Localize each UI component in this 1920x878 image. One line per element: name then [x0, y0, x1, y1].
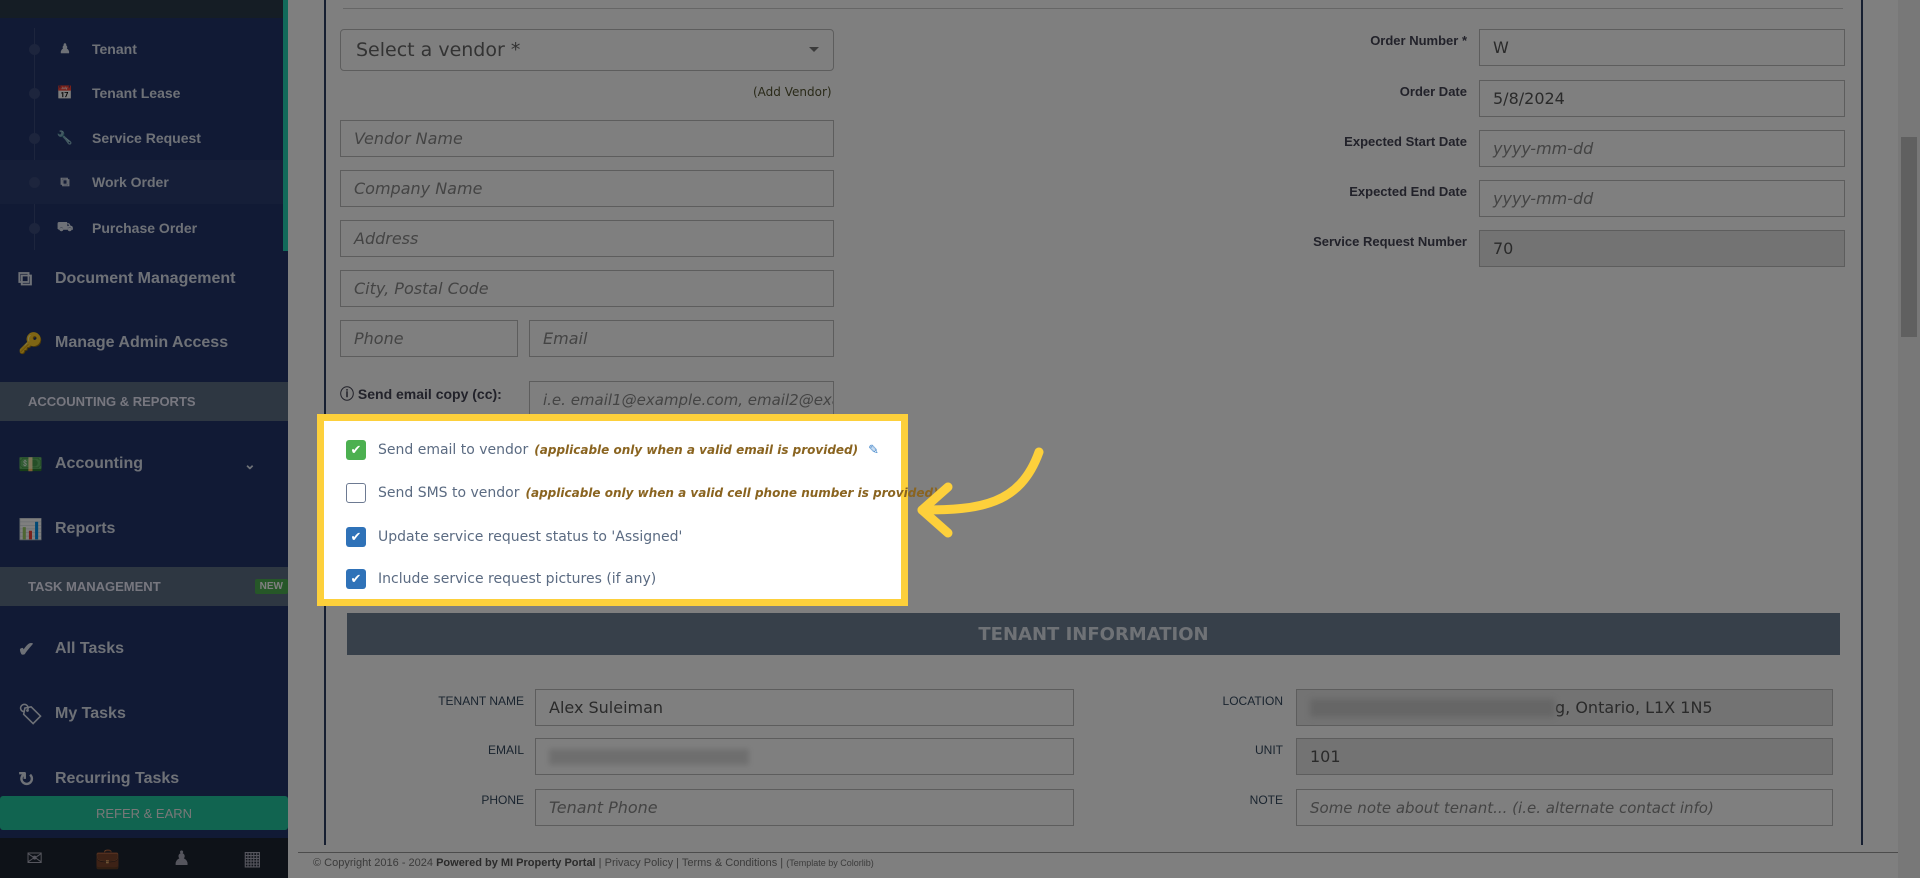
callout-arrow-icon [917, 447, 1044, 538]
checkbox-unchecked[interactable] [346, 483, 366, 503]
update-status-option[interactable]: ✔ Update service request status to 'Assig… [346, 527, 682, 547]
send-sms-option[interactable]: Send SMS to vendor (applicable only when … [346, 483, 939, 503]
edit-icon[interactable]: ✎ [868, 443, 879, 458]
highlighted-notification-options: ✔ Send email to vendor (applicable only wh… [317, 414, 939, 606]
include-pictures-option[interactable]: ✔ Include service request pictures (if an… [346, 569, 656, 589]
checkbox-checked[interactable]: ✔ [346, 569, 366, 589]
checkbox-checked[interactable]: ✔ [346, 440, 366, 460]
checkbox-checked[interactable]: ✔ [346, 527, 366, 547]
send-email-option[interactable]: ✔ Send email to vendor (applicable only wh… [346, 440, 879, 460]
